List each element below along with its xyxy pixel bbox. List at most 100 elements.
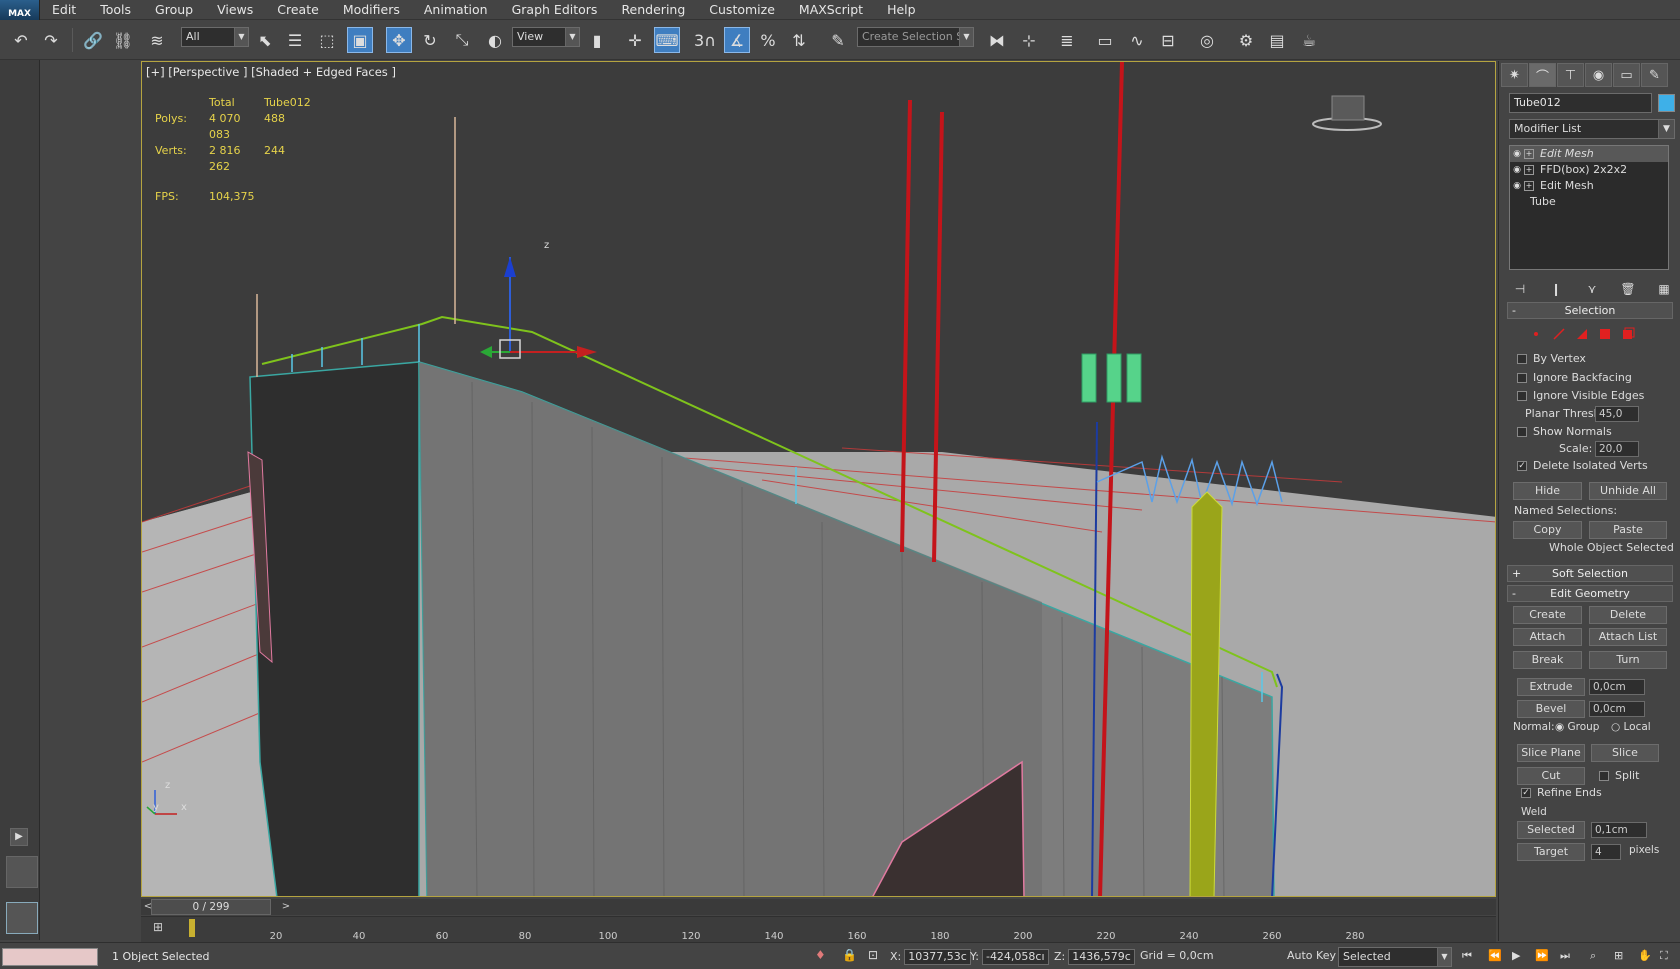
viewport-layout-icon[interactable] [6,856,38,888]
isolate-selection-icon[interactable]: ♦ [815,948,826,962]
vertex-subobject-icon[interactable] [1529,327,1543,341]
time-slider[interactable]: < 0 / 299 > [141,899,1496,915]
prev-key-icon[interactable]: ⏪ [1488,949,1502,962]
ribbon-icon[interactable]: ▭ [1092,27,1118,53]
motion-tab-icon[interactable]: ◉ [1585,63,1612,87]
app-logo-button[interactable]: MAX [0,0,40,20]
zoom-extents-icon[interactable]: ⊞ [1614,949,1623,962]
schematic-view-icon[interactable]: ⊟ [1155,27,1181,53]
align-icon[interactable]: ⊹ [1016,27,1042,53]
expand-icon[interactable]: + [1524,165,1534,175]
delete-isolated-verts-checkbox[interactable]: ✓ Delete Isolated Verts [1517,459,1648,472]
rendered-frame-window-icon[interactable]: ▤ [1264,27,1290,53]
select-rotate-icon[interactable]: ↻ [417,27,443,53]
attach-list-button[interactable]: Attach List [1589,628,1667,646]
face-subobject-icon[interactable] [1575,327,1589,341]
extrude-spinner[interactable]: 0,0cm [1589,679,1645,695]
angle-snap-icon[interactable]: ∡ [724,27,750,53]
expand-icon[interactable]: + [1524,149,1534,159]
unhide-all-button[interactable]: Unhide All [1589,482,1667,500]
render-production-icon[interactable]: ☕ [1296,27,1322,53]
menu-modifiers[interactable]: Modifiers [331,0,412,20]
ignore-backfacing-checkbox[interactable]: Ignore Backfacing [1517,371,1632,384]
bind-spacewarp-icon[interactable]: ≋ [144,27,170,53]
turn-button[interactable]: Turn [1589,651,1667,669]
window-crossing-icon[interactable]: ▣ [347,27,373,53]
bevel-spinner[interactable]: 0,0cm [1589,701,1645,717]
undo-icon[interactable]: ↶ [8,27,34,53]
edit-named-selections-icon[interactable]: ✎ [825,27,851,53]
eye-icon[interactable]: ◉ [1510,146,1524,162]
extrude-button[interactable]: Extrude [1517,678,1585,696]
rect-selection-icon[interactable]: ⬚ [314,27,340,53]
expand-icon[interactable]: + [1524,181,1534,191]
copy-button[interactable]: Copy [1513,521,1582,539]
remove-modifier-icon[interactable]: 🗑 [1617,279,1639,299]
edge-subobject-icon[interactable] [1552,327,1566,341]
select-move-icon[interactable]: ✥ [386,27,412,53]
unlink-icon[interactable]: ⛓ [110,27,136,53]
z-value-field[interactable]: 1436,579c [1068,949,1135,965]
bevel-button[interactable]: Bevel [1517,700,1585,718]
delete-button[interactable]: Delete [1589,606,1667,624]
group-radio[interactable]: ◉ Group [1555,721,1599,733]
weld-target-button[interactable]: Target [1517,843,1585,861]
curve-editor-icon[interactable]: ∿ [1124,27,1150,53]
menu-animation[interactable]: Animation [412,0,500,20]
paste-button[interactable]: Paste [1589,521,1667,539]
polygon-subobject-icon[interactable] [1598,327,1612,341]
go-to-end-icon[interactable]: ⏭ [1560,949,1570,963]
break-button[interactable]: Break [1513,651,1582,669]
configure-modifier-sets-icon[interactable]: ▦ [1653,279,1675,299]
layer-manager-icon[interactable]: ≣ [1054,27,1080,53]
ignore-visible-edges-checkbox[interactable]: Ignore Visible Edges [1517,389,1644,402]
selection-rollout-header[interactable]: - Selection [1507,302,1673,319]
x-value-field[interactable]: 10377,53c [904,949,971,965]
selection-lock-icon[interactable]: 🔒 [842,948,857,962]
show-normals-checkbox[interactable]: Show Normals [1517,425,1612,438]
planar-thresh-spinner[interactable]: 45,0 [1595,406,1639,422]
material-editor-icon[interactable]: ◎ [1194,27,1220,53]
weld-target-spinner[interactable]: 4 [1591,844,1621,860]
by-vertex-checkbox[interactable]: By Vertex [1517,352,1586,365]
placement-icon[interactable]: ◐ [482,27,508,53]
redo-icon[interactable]: ↷ [38,27,64,53]
mirror-icon[interactable]: ⧓ [984,27,1010,53]
time-slider-thumb[interactable]: 0 / 299 [151,899,271,915]
play-icon[interactable]: ▶ [1512,949,1520,962]
selection-filter-dropdown[interactable]: All ▼ [181,27,249,47]
menu-views[interactable]: Views [205,0,265,20]
create-button[interactable]: Create [1513,606,1582,624]
single-viewport-icon[interactable] [6,902,38,934]
menu-tools[interactable]: Tools [88,0,143,20]
menu-edit[interactable]: Edit [40,0,88,20]
select-object-icon[interactable]: ⬉ [252,27,278,53]
element-subobject-icon[interactable] [1621,327,1635,341]
spinner-snap-icon[interactable]: ⇅ [786,27,812,53]
menu-help[interactable]: Help [875,0,928,20]
object-name-field[interactable]: Tube012 [1509,93,1652,113]
y-value-field[interactable]: -424,058cı [981,949,1049,965]
split-checkbox[interactable]: Split [1599,769,1639,782]
render-setup-icon[interactable]: ⚙ [1233,27,1259,53]
eye-icon[interactable]: ◉ [1510,162,1524,178]
scale-spinner[interactable]: 20,0 [1595,441,1639,457]
menu-rendering[interactable]: Rendering [609,0,697,20]
display-tab-icon[interactable]: ▭ [1613,63,1640,87]
ref-coord-dropdown[interactable]: View ▼ [512,27,580,47]
stack-item-tube[interactable]: Tube [1510,194,1668,210]
go-to-start-icon[interactable]: ⏮ [1462,949,1472,963]
soft-selection-rollout-header[interactable]: + Soft Selection [1507,565,1673,582]
next-frame-icon[interactable]: > [279,899,293,915]
maxscript-listener-field[interactable] [2,948,98,966]
modifier-list-dropdown[interactable]: Modifier List ▼ [1509,119,1675,139]
refine-ends-checkbox[interactable]: ✓ Refine Ends [1521,786,1602,799]
next-key-icon[interactable]: ⏩ [1535,949,1549,962]
make-unique-icon[interactable]: ⋎ [1581,279,1603,299]
eye-icon[interactable]: ◉ [1510,178,1524,194]
play-expand-icon[interactable]: ▶ [10,828,28,846]
link-icon[interactable]: 🔗 [80,27,106,53]
maximize-viewport-icon[interactable]: ⛶ [1660,949,1668,963]
slice-button[interactable]: Slice [1591,744,1659,762]
local-radio[interactable]: ○ Local [1611,721,1651,733]
